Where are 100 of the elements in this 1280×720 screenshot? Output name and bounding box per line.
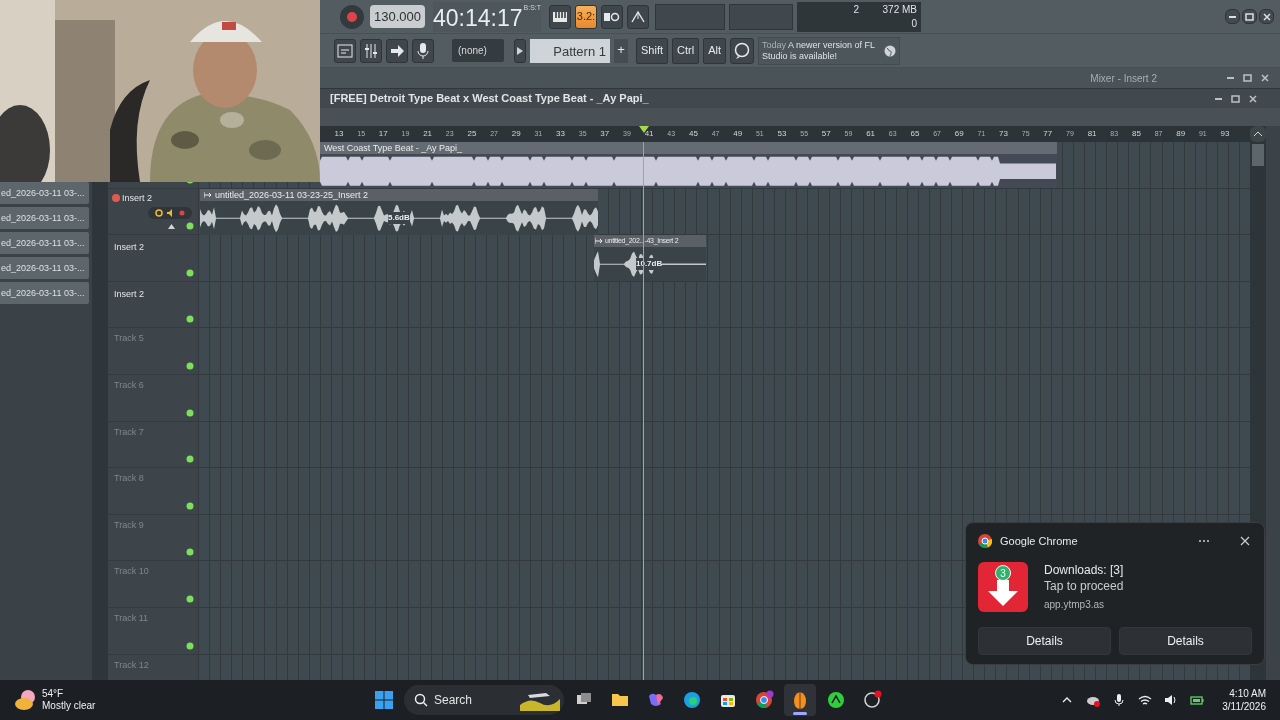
microphone-icon[interactable] — [1112, 693, 1127, 707]
arm-icon[interactable] — [179, 209, 185, 216]
scroll-thumb[interactable] — [1252, 144, 1264, 166]
clip-header[interactable]: untitled_2026-03-11 03-23-25_Insert 2 — [200, 188, 598, 201]
active-indicator — [793, 712, 807, 715]
track-enable-icon[interactable] — [186, 501, 194, 510]
browser-item[interactable]: ed_2026-03-11 03-... — [0, 232, 89, 254]
memory-usage: 372 MB — [881, 2, 917, 17]
bar-number: 69 — [954, 128, 964, 139]
search-icon — [414, 693, 428, 707]
track-name[interactable]: Insert 2 — [114, 241, 144, 255]
browser-item[interactable]: ed_2026-03-11 03-... — [0, 182, 89, 204]
mixer-button[interactable] — [360, 38, 382, 63]
track-name[interactable]: Insert 2 — [122, 191, 152, 206]
clock-date[interactable]: 3/11/2026 — [1222, 700, 1266, 713]
add-pattern-button[interactable]: + — [614, 38, 628, 63]
audio-clip[interactable]: untitled_2026-03-11 03-23-25_Insert 2 5.6dB — [200, 188, 598, 235]
track-enable-icon[interactable] — [186, 315, 194, 324]
playlist-button[interactable] — [334, 38, 356, 63]
tool-button[interactable]: 3.2: — [575, 4, 597, 29]
record-button[interactable] — [340, 4, 364, 29]
pattern-selector[interactable]: Pattern 1 — [530, 38, 610, 63]
bar-number: 25 — [467, 128, 477, 139]
bar-number: 85 — [1131, 128, 1141, 139]
clip-name: untitled_2026-03-11 03-23-25_Insert 2 — [215, 188, 368, 201]
restore-button[interactable] — [1242, 9, 1257, 24]
search-bar[interactable]: Search — [404, 685, 564, 715]
bar-number: 81 — [1087, 128, 1097, 139]
bar-number: 57 — [821, 128, 831, 139]
track-enable-icon[interactable] — [186, 641, 194, 650]
track-enable-icon[interactable] — [186, 594, 194, 603]
close-button[interactable] — [1238, 536, 1252, 547]
bar-number: 21 — [423, 128, 433, 139]
track-name[interactable]: Insert 2 — [114, 287, 144, 302]
clock-time[interactable]: 4:10 AM — [1229, 687, 1266, 700]
pattern-arrow-button[interactable] — [514, 38, 526, 63]
track-enable-icon[interactable] — [186, 361, 194, 370]
hint-button[interactable] — [729, 37, 754, 64]
bar-number: 61 — [866, 128, 876, 139]
browser-item[interactable]: ed_2026-03-11 03-... — [0, 257, 89, 279]
track-enable-icon[interactable] — [186, 268, 194, 277]
minimize-icon — [1229, 15, 1236, 18]
close-icon — [1260, 74, 1269, 82]
tool-button[interactable] — [627, 4, 649, 29]
restore-icon — [1243, 74, 1252, 82]
temperature: 54°F — [42, 688, 65, 700]
browser-item[interactable]: ed_2026-03-11 03-... — [0, 282, 89, 304]
sliders-icon — [362, 41, 380, 60]
modifier-key-button[interactable]: Ctrl — [672, 37, 700, 64]
collapse-icon[interactable] — [168, 224, 175, 230]
window-title: Mixer - Insert 2 — [1090, 71, 1157, 86]
tool-button[interactable] — [601, 4, 623, 29]
notification-source: app.ytmp3.as — [1044, 597, 1106, 612]
clip-header[interactable]: West Coast Type Beat - _Ay Papi_ — [320, 142, 1057, 154]
taskbar-app-button[interactable] — [784, 684, 816, 716]
modifier-key-button[interactable]: Alt — [703, 37, 726, 64]
channel-rack-button[interactable] — [386, 38, 408, 63]
track-enable-icon[interactable] — [186, 455, 194, 464]
restore-icon — [1231, 94, 1240, 103]
minimize-button[interactable] — [1225, 9, 1240, 24]
audio-clip-icon — [595, 238, 603, 245]
modifier-key-button[interactable]: Shift — [636, 37, 668, 64]
more-icon — [1198, 539, 1210, 544]
weather-icon[interactable] — [14, 689, 38, 711]
bar-number: 41 — [644, 128, 654, 139]
record-arm-icon[interactable] — [112, 193, 120, 202]
channel-dropdown[interactable]: (none) — [452, 39, 504, 62]
playlist-title: [FREE] Detroit Type Beat x West Coast Type Beat - _Ay Papi_ — [330, 91, 649, 107]
audio-clip[interactable]: West Coast Type Beat - _Ay Papi_ — [320, 142, 1057, 188]
close-icon — [1262, 12, 1271, 21]
search-field[interactable]: Search — [434, 691, 514, 709]
bar-number: 73 — [999, 128, 1008, 139]
wifi-icon[interactable] — [1138, 693, 1153, 707]
windows-logo-icon — [374, 690, 394, 710]
track-enable-icon[interactable] — [186, 222, 194, 231]
scroll-up-button[interactable] — [1250, 126, 1266, 142]
notification-title: Downloads: [3] — [1044, 561, 1124, 578]
download-arrow-icon — [988, 579, 1018, 606]
battery-icon[interactable] — [1190, 693, 1205, 707]
minimize-icon — [1227, 77, 1234, 79]
bar-number: 33 — [556, 128, 565, 139]
minimize-icon — [1215, 97, 1222, 100]
bar-number: 45 — [688, 128, 698, 139]
details-button[interactable]: Details — [1119, 626, 1252, 655]
tempo-field[interactable]: 130.000 — [370, 4, 425, 29]
tool-button[interactable] — [549, 4, 571, 29]
play-arrow-icon — [517, 46, 523, 55]
details-button[interactable]: Details — [978, 626, 1111, 655]
track-enable-icon[interactable] — [186, 548, 194, 557]
track-enable-icon[interactable] — [186, 408, 194, 417]
display-panel — [729, 3, 793, 30]
news-text: Today A newer version of FL Studio is available! — [761, 39, 876, 62]
solo-icon[interactable] — [155, 208, 163, 217]
speaker-icon[interactable] — [167, 208, 175, 217]
bar-number: 89 — [1176, 128, 1186, 139]
browser-item[interactable]: ed_2026-03-11 03-... — [0, 207, 89, 229]
window-icon — [336, 41, 354, 60]
recording-button[interactable] — [412, 38, 434, 63]
close-button[interactable] — [1259, 9, 1274, 24]
speaker-icon[interactable] — [1164, 693, 1179, 707]
